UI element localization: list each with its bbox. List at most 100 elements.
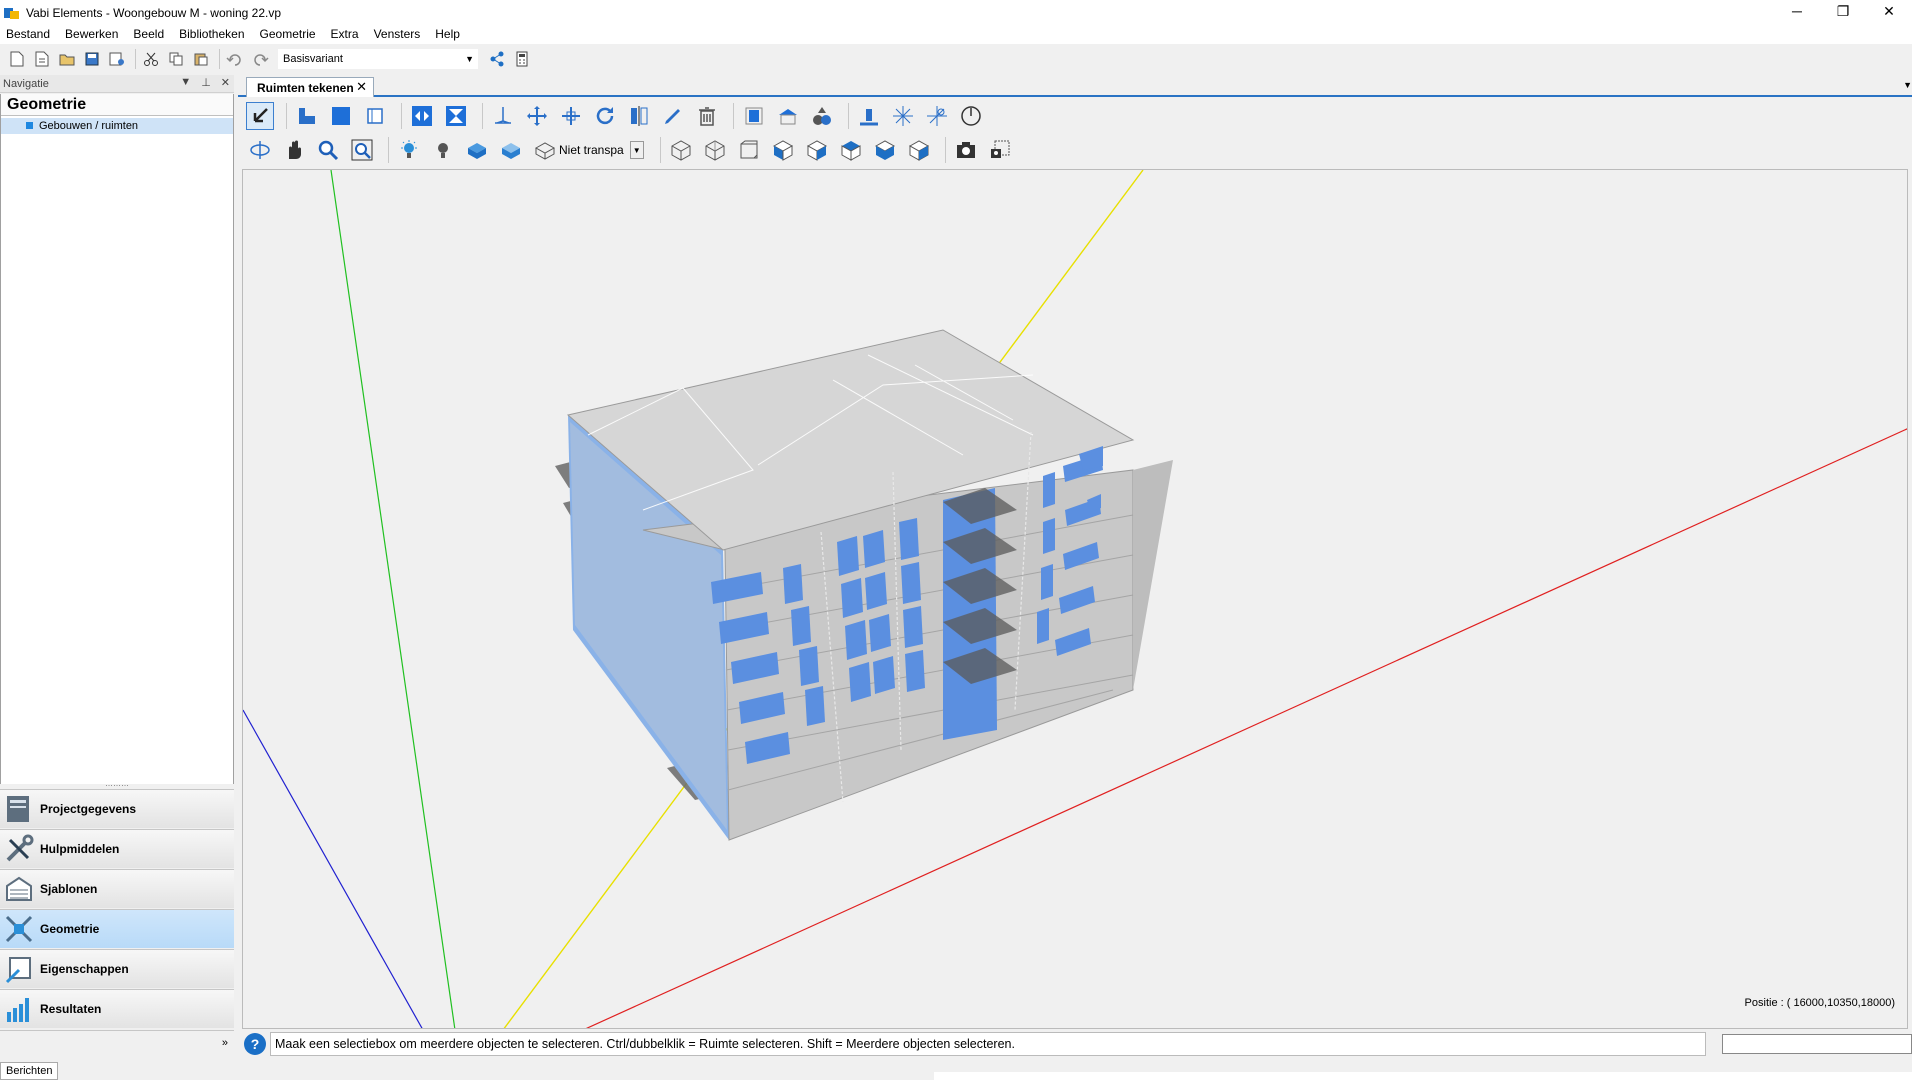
solid-view-icon[interactable] (463, 136, 491, 164)
status-message: Maak een selectiebox om meerdere objecte… (270, 1032, 1706, 1056)
menu-extra[interactable]: Extra (331, 27, 359, 41)
roof-icon[interactable] (774, 102, 802, 130)
nav-button-projectgegevens[interactable]: Projectgegevens (0, 789, 234, 828)
light-on-icon[interactable] (395, 136, 423, 164)
paste-icon[interactable] (190, 48, 212, 70)
new-from-template-icon[interactable] (31, 48, 53, 70)
window-title: Vabi Elements - Woongebouw M - woning 22… (26, 6, 282, 20)
menu-bestand[interactable]: Bestand (6, 27, 50, 41)
share-icon[interactable] (486, 48, 508, 70)
chevron-down-icon[interactable]: ▼ (629, 141, 644, 159)
view-iso-icon[interactable] (667, 136, 695, 164)
undo-icon[interactable] (224, 48, 246, 70)
geometry-icon (4, 914, 34, 944)
menu-help[interactable]: Help (435, 27, 460, 41)
group-objects-icon[interactable] (808, 102, 836, 130)
view-iso-back-icon[interactable] (701, 136, 729, 164)
draw-rectangle-icon[interactable] (327, 102, 355, 130)
building-3d-view[interactable] (243, 170, 1908, 1029)
navigation-header: Navigatie ▼ ⊥ ✕ (0, 75, 234, 93)
select-arrow-icon[interactable] (246, 102, 274, 130)
save-as-icon[interactable] (106, 48, 128, 70)
light-off-icon[interactable] (429, 136, 457, 164)
redo-icon[interactable] (249, 48, 271, 70)
splitter-grip[interactable]: ……… (0, 780, 234, 788)
nav-button-resultaten[interactable]: Resultaten (0, 989, 234, 1028)
pin-icon[interactable]: ⊥ (201, 76, 211, 89)
minimize-button[interactable]: ─ (1774, 0, 1820, 22)
draw-shape-icon[interactable] (361, 102, 389, 130)
tree-node-icon (26, 122, 33, 129)
split-vertical-icon[interactable] (442, 102, 470, 130)
view-left-icon[interactable] (803, 136, 831, 164)
menu-bibliotheken[interactable]: Bibliotheken (179, 27, 244, 41)
close-window-button[interactable]: ✕ (1866, 0, 1912, 22)
chevron-down-icon[interactable]: ▼ (180, 76, 191, 89)
cut-icon[interactable] (140, 48, 162, 70)
menu-geometrie[interactable]: Geometrie (260, 27, 316, 41)
view-back-icon[interactable] (871, 136, 899, 164)
bottom-tab-strip: Berichten (0, 1062, 1912, 1080)
mirror-icon[interactable] (625, 102, 653, 130)
view-top-icon[interactable] (735, 136, 763, 164)
open-icon[interactable] (56, 48, 78, 70)
nav-button-hulpmiddelen[interactable]: Hulpmiddelen (0, 829, 234, 868)
edit-pencil-icon[interactable] (659, 102, 687, 130)
copy-icon[interactable] (165, 48, 187, 70)
snap-grid-icon[interactable] (889, 102, 917, 130)
chevron-down-icon[interactable]: ▼ (1903, 80, 1912, 90)
pan-hand-icon[interactable] (280, 136, 308, 164)
close-tab-icon[interactable]: ✕ (356, 79, 367, 95)
transparency-icon[interactable] (531, 136, 559, 164)
nav-button-label: Eigenschappen (40, 962, 129, 976)
wall-icon[interactable] (740, 102, 768, 130)
view-right-icon[interactable] (837, 136, 865, 164)
move-copy-icon[interactable] (557, 102, 585, 130)
drawing-toolbar (246, 99, 1912, 133)
delete-trash-icon[interactable] (693, 102, 721, 130)
menu-vensters[interactable]: Vensters (374, 27, 421, 41)
tab-berichten[interactable]: Berichten (0, 1062, 59, 1080)
draw-polygon-icon[interactable] (293, 102, 321, 130)
zoom-icon[interactable] (314, 136, 342, 164)
help-icon[interactable]: ? (244, 1033, 266, 1055)
restore-button[interactable]: ❐ (1820, 0, 1866, 22)
orbit-icon[interactable] (246, 136, 274, 164)
menu-beeld[interactable]: Beeld (133, 27, 164, 41)
tab-ruimten-tekenen[interactable]: Ruimten tekenen ✕ (246, 77, 374, 97)
bottom-bar (934, 1072, 1912, 1080)
zoom-extents-icon[interactable] (348, 136, 376, 164)
extrude-icon[interactable] (489, 102, 517, 130)
transparency-select-value[interactable]: Niet transpa (559, 143, 624, 157)
nav-button-sjablonen[interactable]: Sjablonen (0, 869, 234, 908)
tab-strip: Ruimten tekenen ✕ ▼ (238, 77, 1912, 97)
camera-icon[interactable] (952, 136, 980, 164)
level-icon[interactable] (855, 102, 883, 130)
compass-icon[interactable] (957, 102, 985, 130)
calculator-icon[interactable] (511, 48, 533, 70)
split-horizontal-icon[interactable] (408, 102, 436, 130)
view-bottom-icon[interactable] (905, 136, 933, 164)
chevron-down-icon[interactable]: ▼ (465, 54, 474, 64)
nav-button-eigenschappen[interactable]: Eigenschappen (0, 949, 234, 988)
new-file-icon[interactable] (6, 48, 28, 70)
tree-item-label: Gebouwen / ruimten (39, 120, 139, 132)
move-icon[interactable] (523, 102, 551, 130)
close-icon[interactable]: ✕ (221, 76, 230, 89)
tree-item-gebouwen[interactable]: Gebouwen / ruimten (1, 118, 233, 134)
screenshot-region-icon[interactable] (986, 136, 1014, 164)
snap-point-icon[interactable] (923, 102, 951, 130)
viewport-3d[interactable]: Positie : ( 16000,10350,18000) (242, 169, 1908, 1029)
menu-bewerken[interactable]: Bewerken (65, 27, 118, 41)
variant-select[interactable]: Basisvariant ▼ (278, 49, 478, 69)
status-field (1722, 1034, 1912, 1054)
nav-button-label: Geometrie (40, 922, 100, 936)
shaded-view-icon[interactable] (497, 136, 525, 164)
chevron-right-icon[interactable]: » (222, 1037, 228, 1049)
view-front-icon[interactable] (769, 136, 797, 164)
rotate-icon[interactable] (591, 102, 619, 130)
properties-icon (4, 954, 34, 984)
save-icon[interactable] (81, 48, 103, 70)
main-toolbar: Basisvariant ▼ (0, 45, 1912, 73)
nav-button-geometrie[interactable]: Geometrie (0, 909, 234, 948)
